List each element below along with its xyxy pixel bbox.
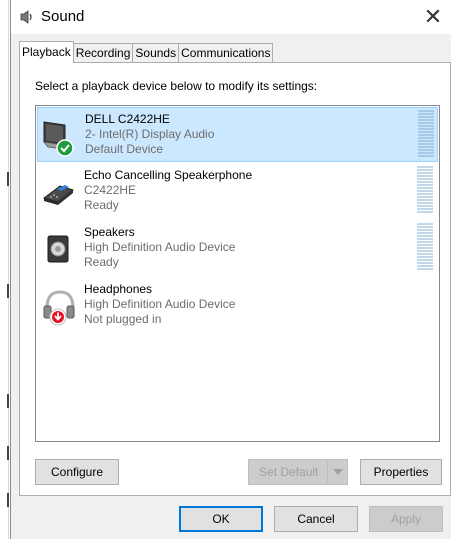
device-name: Headphones [84,282,153,296]
volume-meter [417,166,433,214]
device-name: DELL C2422HE [85,112,170,126]
meter-bar [417,226,433,228]
speaker-icon [47,235,69,263]
sound-dialog: Sound ✕ Playback Recording Sounds Commun… [10,0,451,539]
configure-button[interactable]: Configure [35,459,119,485]
device-status: Not plugged in [84,312,162,326]
meter-bar [417,169,433,171]
meter-bar [418,110,434,112]
meter-bar [417,175,433,177]
tab-sounds[interactable]: Sounds [132,43,180,63]
set-default-button[interactable]: Set Default [248,459,348,485]
cancel-button[interactable]: Cancel [274,506,358,532]
meter-bar [417,232,433,234]
meter-bar [417,235,433,237]
meter-bar [417,178,433,180]
device-description: High Definition Audio Device [84,240,236,254]
meter-bar [417,262,433,264]
meter-bar [418,116,434,118]
device-description: 2- Intel(R) Display Audio [85,127,215,141]
meter-bar [418,137,434,139]
meter-bar [417,238,433,240]
speakerphone-icon [42,185,75,205]
meter-bar [417,253,433,255]
meter-bar [418,140,434,142]
device-item-echo-cancelling-speakerphone[interactable]: Echo Cancelling Speakerphone C2422HE Rea… [37,164,438,219]
set-default-label: Set Default [259,465,319,479]
meter-bar [418,122,434,124]
meter-bar [417,187,433,189]
device-description: C2422HE [84,183,137,197]
device-item-headphones[interactable]: Headphones High Definition Audio Device … [37,278,438,333]
meter-bar [418,149,434,151]
meter-bar [417,256,433,258]
edge-mark [7,446,9,460]
meter-bar [417,199,433,201]
meter-bar [418,125,434,127]
title-bar[interactable]: Sound ✕ [11,0,451,34]
meter-bar [418,119,434,121]
edge-mark [7,284,9,298]
meter-bar [417,166,433,168]
volume-meter [417,223,433,271]
meter-bar [417,193,433,195]
device-status: Ready [84,198,119,212]
meter-bar [417,208,433,210]
device-list[interactable]: DELL C2422HE 2- Intel(R) Display Audio D… [35,105,440,442]
edge-mark [7,394,9,408]
meter-bar [417,202,433,204]
meter-bar [417,223,433,225]
device-status: Default Device [85,142,164,156]
meter-bar [418,143,434,145]
meter-bar [418,113,434,115]
device-name: Echo Cancelling Speakerphone [84,168,253,182]
meter-bar [417,241,433,243]
meter-bar [417,250,433,252]
tab-strip: Playback Recording Sounds Communications [19,41,274,63]
device-item-dell-c2422he[interactable]: DELL C2422HE 2- Intel(R) Display Audio D… [37,107,438,162]
close-icon[interactable]: ✕ [420,4,446,30]
meter-bar [418,146,434,148]
tab-playback[interactable]: Playback [19,41,74,63]
monitor-speaker-icon [43,121,74,157]
meter-bar [418,155,434,157]
device-name: Speakers [84,225,135,239]
meter-bar [418,152,434,154]
meter-bar [418,128,434,130]
meter-bar [417,247,433,249]
apply-button[interactable]: Apply [369,506,443,532]
meter-bar [417,229,433,231]
meter-bar [417,211,433,213]
properties-button[interactable]: Properties [360,459,442,485]
tab-recording[interactable]: Recording [72,43,134,63]
window-title: Sound [41,8,85,25]
meter-bar [417,244,433,246]
meter-bar [417,172,433,174]
meter-bar [417,268,433,270]
meter-bar [417,205,433,207]
playback-panel: Select a playback device below to modify… [19,62,451,496]
volume-meter [418,110,434,158]
device-status: Ready [84,255,119,269]
edge-mark [7,493,9,507]
ok-button[interactable]: OK [179,506,263,532]
speaker-app-icon [20,10,32,24]
meter-bar [417,196,433,198]
meter-bar [417,184,433,186]
meter-bar [418,134,434,136]
meter-bar [417,190,433,192]
chevron-down-icon[interactable] [327,460,347,484]
headphones-icon [43,290,75,326]
tab-communications[interactable]: Communications [178,43,274,63]
meter-bar [417,181,433,183]
meter-bar [417,265,433,267]
device-item-speakers[interactable]: Speakers High Definition Audio Device Re… [37,221,438,276]
meter-bar [417,259,433,261]
checkmark-badge-icon [56,139,74,157]
device-description: High Definition Audio Device [84,297,236,311]
instruction-text: Select a playback device below to modify… [35,79,318,93]
meter-bar [418,131,434,133]
background-window-edge [0,0,9,539]
edge-mark [7,172,9,186]
